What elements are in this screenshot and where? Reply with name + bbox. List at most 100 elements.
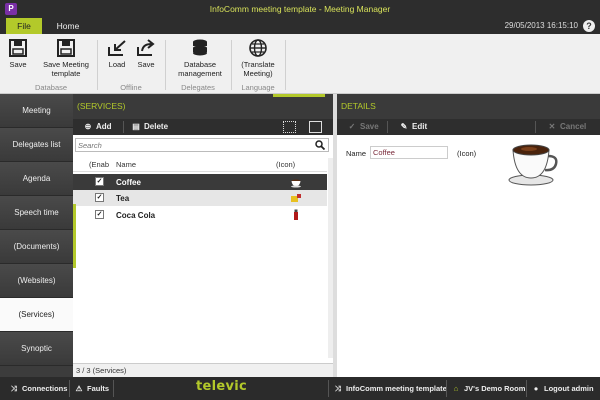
load-label: Load xyxy=(108,60,126,69)
edit-button[interactable]: ✎ Edit xyxy=(399,119,427,135)
toolbar-separator xyxy=(123,121,124,133)
details-panel: DETAILS ✓ Save ✎ Edit ✕ Cancel Name (Icon) xyxy=(337,94,600,377)
database-management-button[interactable]: Database management xyxy=(172,38,228,78)
column-enabled[interactable]: (Enab xyxy=(89,160,109,169)
select-box-icon[interactable] xyxy=(309,121,322,133)
shuffle-icon: ⤨ xyxy=(11,384,17,393)
panel-accent-bar xyxy=(273,94,325,97)
details-save-button[interactable]: ✓ Save xyxy=(347,119,379,135)
name-field[interactable] xyxy=(370,146,448,159)
ribbon-separator xyxy=(97,40,98,90)
grid-header: (Enab Name (Icon) xyxy=(73,158,327,172)
logout-label: Logout admin xyxy=(544,384,594,393)
help-icon[interactable]: ? xyxy=(583,20,595,32)
service-name: Coca Cola xyxy=(116,211,156,220)
faults-button[interactable]: ⚠ Faults xyxy=(73,377,109,400)
delete-label: Delete xyxy=(144,122,169,131)
trash-icon: ▤ xyxy=(132,122,140,131)
meeting-status[interactable]: ⤨ InfoComm meeting template xyxy=(332,377,447,400)
share-icon xyxy=(137,39,155,56)
column-icon[interactable]: (Icon) xyxy=(276,160,295,169)
nav-item-synoptic[interactable]: Synoptic xyxy=(0,332,73,366)
save-offline-button[interactable]: Save xyxy=(133,38,159,69)
list-marker xyxy=(73,204,76,236)
nav-item-agenda[interactable]: Agenda xyxy=(0,162,73,196)
search-input[interactable] xyxy=(78,140,308,151)
televic-logo: televic xyxy=(196,379,248,394)
save-meeting-template-button[interactable]: Save Meeting template xyxy=(40,38,92,78)
user-icon: ● xyxy=(533,384,539,393)
nav-item-speech-time[interactable]: Speech time xyxy=(0,196,73,230)
warning-icon: ⚠ xyxy=(75,384,83,393)
services-panel: (SERVICES) ⊕ Add ▤ Delete (Enab Name (Icon… xyxy=(73,94,333,377)
floppy-disk-icon xyxy=(57,39,75,57)
search-box xyxy=(75,138,329,152)
details-save-label: Save xyxy=(360,122,379,131)
pencil-icon: ✎ xyxy=(400,122,408,131)
delete-button[interactable]: ▤ Delete xyxy=(131,119,168,135)
select-area-icon[interactable] xyxy=(283,121,296,133)
add-button[interactable]: ⊕ Add xyxy=(83,119,112,135)
group-database: Database xyxy=(34,83,68,92)
add-label: Add xyxy=(96,122,112,131)
nav-item-services[interactable]: (Services) xyxy=(0,298,73,332)
statusbar-separator xyxy=(446,380,447,397)
title-bar: P InfoComm meeting template - Meeting Ma… xyxy=(0,0,600,18)
plus-icon: ⊕ xyxy=(84,122,92,131)
coffee-cup-icon[interactable] xyxy=(507,140,559,186)
group-delegates: Delegates xyxy=(181,83,215,92)
details-toolbar: ✓ Save ✎ Edit ✕ Cancel xyxy=(337,119,600,135)
load-button[interactable]: Load xyxy=(104,38,130,69)
cancel-button[interactable]: ✕ Cancel xyxy=(547,119,587,135)
table-row[interactable]: ✓ Coca Cola xyxy=(73,207,327,223)
logout-button[interactable]: ● Logout admin xyxy=(530,377,594,400)
list-marker xyxy=(73,236,76,268)
tea-icon xyxy=(291,194,301,202)
room-status[interactable]: ⌂ JV's Demo Room xyxy=(450,377,526,400)
translate-meeting-button[interactable]: (Translate Meeting) xyxy=(234,38,282,78)
home-icon: ⌂ xyxy=(453,384,459,393)
group-offline: Offline xyxy=(120,83,142,92)
enabled-checkbox[interactable]: ✓ xyxy=(95,210,104,219)
nav-item-documents[interactable]: (Documents) xyxy=(0,230,73,264)
enabled-checkbox[interactable]: ✓ xyxy=(95,193,104,202)
ribbon-separator xyxy=(165,40,166,90)
statusbar-separator xyxy=(113,380,114,397)
icon-label: (Icon) xyxy=(457,149,477,158)
connections-label: Connections xyxy=(22,384,68,393)
close-icon: ✕ xyxy=(548,122,556,131)
service-name: Tea xyxy=(116,194,130,203)
tab-home[interactable]: Home xyxy=(48,18,88,34)
edit-label: Edit xyxy=(412,122,428,131)
load-icon xyxy=(108,40,126,56)
save-button[interactable]: Save xyxy=(6,38,30,69)
database-icon xyxy=(193,39,207,56)
nav-item-delegates-list[interactable]: Delegates list xyxy=(0,128,73,162)
statusbar-separator xyxy=(69,380,70,397)
clock: 29/05/2013 16:15:10 xyxy=(504,21,578,30)
search-icon[interactable] xyxy=(315,140,325,150)
enabled-checkbox[interactable]: ✓ xyxy=(95,177,104,186)
tab-file[interactable]: File xyxy=(6,18,42,34)
nav-item-meeting[interactable]: Meeting xyxy=(0,94,73,128)
ribbon-tab-bar: File Home 29/05/2013 16:15:10 ? xyxy=(0,18,600,34)
services-count-status: 3 / 3 (Services) xyxy=(73,363,333,377)
sidebar-nav: Meeting Delegates list Agenda Speech tim… xyxy=(0,94,73,377)
toolbar-separator xyxy=(535,121,536,133)
cancel-label: Cancel xyxy=(560,122,587,131)
table-row[interactable]: ✓ Tea xyxy=(73,190,327,206)
status-bar: ⤨ Connections ⚠ Faults televic ⤨ InfoComm m… xyxy=(0,377,600,400)
save-label: Save xyxy=(9,60,27,69)
floppy-disk-icon xyxy=(9,39,27,57)
save-offline-label: Save xyxy=(137,60,155,69)
column-name[interactable]: Name xyxy=(116,160,136,169)
translate-meeting-label: (Translate Meeting) xyxy=(241,60,275,78)
ribbon-separator xyxy=(285,40,286,90)
table-row[interactable]: ✓ Coffee xyxy=(73,174,327,190)
nav-item-websites[interactable]: (Websites) xyxy=(0,264,73,298)
meeting-label: InfoComm meeting template xyxy=(346,384,447,393)
coffee-cup-icon xyxy=(291,179,301,188)
shuffle-icon: ⤨ xyxy=(335,384,341,393)
details-title: DETAILS xyxy=(337,94,600,119)
connections-button[interactable]: ⤨ Connections xyxy=(8,377,67,400)
